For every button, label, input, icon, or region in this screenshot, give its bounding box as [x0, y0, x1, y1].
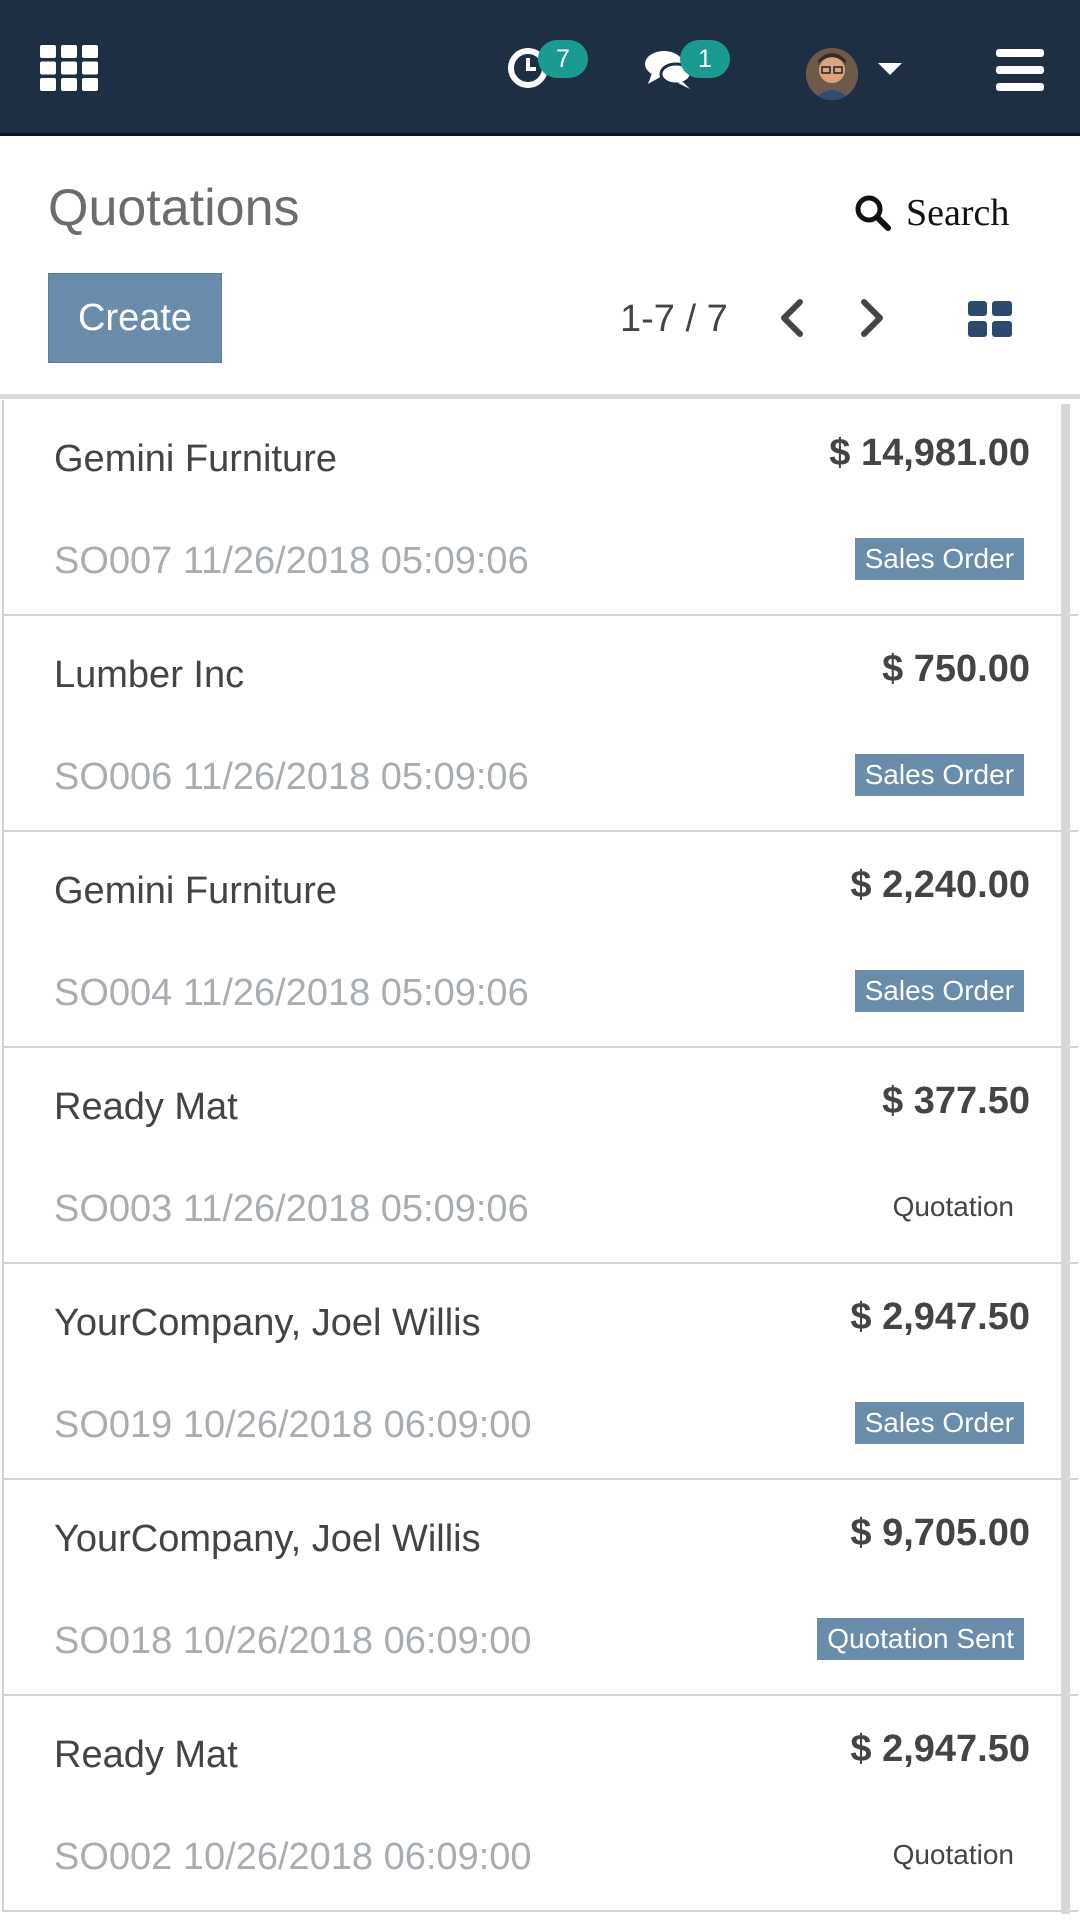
customer-name: Ready Mat: [54, 1086, 238, 1128]
chevron-right-icon[interactable]: [858, 298, 888, 338]
user-avatar[interactable]: [806, 48, 858, 100]
order-reference: SO019 10/26/2018 06:09:00: [54, 1404, 532, 1446]
status-badge: Sales Order: [854, 538, 1024, 580]
list-item[interactable]: Lumber Inc $ 750.00 SO006 11/26/2018 05:…: [2, 616, 1078, 832]
page-title: Quotations: [48, 179, 300, 237]
create-button[interactable]: Create: [48, 273, 222, 363]
pager-value[interactable]: 1-7 / 7: [620, 296, 728, 342]
list-item[interactable]: YourCompany, Joel Willis $ 2,947.50 SO01…: [2, 1264, 1078, 1480]
customer-name: Lumber Inc: [54, 654, 245, 696]
hamburger-menu-icon[interactable]: [996, 49, 1044, 91]
list-scrollbar[interactable]: [1061, 404, 1070, 1914]
customer-name: YourCompany, Joel Willis: [54, 1302, 481, 1344]
status-badge: Sales Order: [854, 1402, 1024, 1444]
status-badge: Quotation Sent: [817, 1618, 1024, 1660]
search-icon: [855, 195, 891, 231]
order-reference: SO002 10/26/2018 06:09:00: [54, 1836, 532, 1878]
chevron-left-icon[interactable]: [776, 298, 806, 338]
user-menu-caret-icon[interactable]: [878, 63, 902, 75]
customer-name: Gemini Furniture: [54, 438, 337, 480]
order-amount: $ 2,947.50: [850, 1296, 1030, 1338]
order-reference: SO003 11/26/2018 05:09:06: [54, 1188, 529, 1230]
apps-grid-icon[interactable]: [40, 45, 98, 91]
status-label: Quotation: [892, 1839, 1014, 1870]
customer-name: Gemini Furniture: [54, 870, 337, 912]
status-badge: Sales Order: [854, 754, 1024, 796]
order-amount: $ 9,705.00: [850, 1512, 1030, 1554]
list-item[interactable]: Ready Mat $ 377.50 SO003 11/26/2018 05:0…: [2, 1048, 1078, 1264]
list-item[interactable]: Gemini Furniture $ 14,981.00 SO007 11/26…: [2, 400, 1078, 616]
order-reference: SO004 11/26/2018 05:09:06: [54, 972, 529, 1014]
order-amount: $ 2,947.50: [850, 1728, 1030, 1770]
activity-count-badge: 7: [538, 40, 588, 78]
list-item[interactable]: Gemini Furniture $ 2,240.00 SO004 11/26/…: [2, 832, 1078, 1048]
list-item[interactable]: YourCompany, Joel Willis $ 9,705.00 SO01…: [2, 1480, 1078, 1696]
customer-name: YourCompany, Joel Willis: [54, 1518, 481, 1560]
order-amount: $ 377.50: [882, 1080, 1030, 1122]
search-label: Search: [906, 192, 1010, 234]
order-amount: $ 14,981.00: [829, 432, 1030, 474]
order-amount: $ 750.00: [882, 648, 1030, 690]
avatar-image: [806, 48, 858, 100]
order-reference: SO006 11/26/2018 05:09:06: [54, 756, 529, 798]
customer-name: Ready Mat: [54, 1734, 238, 1776]
kanban-view-icon[interactable]: [968, 301, 1012, 337]
order-reference: SO007 11/26/2018 05:09:06: [54, 540, 529, 582]
order-amount: $ 2,240.00: [850, 864, 1030, 906]
list-item[interactable]: Ready Mat $ 2,947.50 SO002 10/26/2018 06…: [2, 1696, 1078, 1912]
status-badge: Sales Order: [854, 970, 1024, 1012]
messages-count-badge: 1: [680, 40, 730, 78]
search-toggle[interactable]: Search: [854, 188, 1009, 238]
top-navbar: 7 1: [0, 0, 1080, 136]
status-label: Quotation: [892, 1191, 1014, 1222]
order-reference: SO018 10/26/2018 06:09:00: [54, 1620, 532, 1662]
